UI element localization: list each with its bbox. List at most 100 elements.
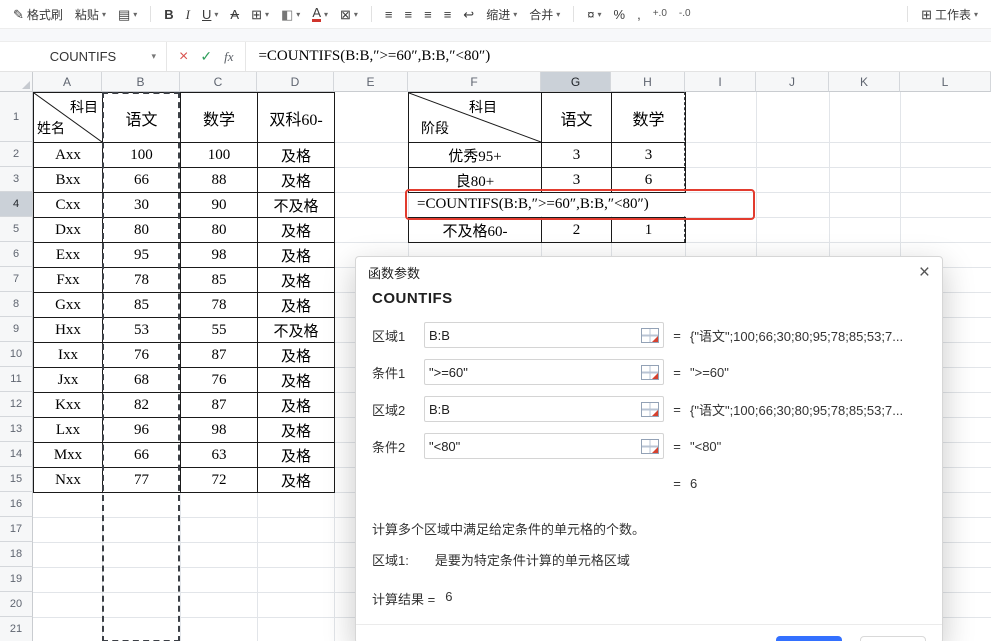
cell-C5[interactable]: 80 <box>180 217 258 243</box>
borders-button[interactable]: ⊞ ▾ <box>246 2 274 26</box>
column-header-L[interactable]: L <box>900 72 991 92</box>
cell-C8[interactable]: 78 <box>180 292 258 318</box>
range-picker-icon[interactable] <box>641 327 659 343</box>
cell-D13[interactable]: 及格 <box>257 417 335 443</box>
column-header-E[interactable]: E <box>334 72 408 92</box>
column-header-G[interactable]: G <box>541 72 611 92</box>
cell-B3[interactable]: 66 <box>102 167 181 193</box>
column-header-J[interactable]: J <box>756 72 829 92</box>
cell-C15[interactable]: 72 <box>180 467 258 493</box>
cell-C7[interactable]: 85 <box>180 267 258 293</box>
cell-H3[interactable]: 6 <box>611 167 686 193</box>
column-header-D[interactable]: D <box>257 72 334 92</box>
cell-D5[interactable]: 及格 <box>257 217 335 243</box>
format-painter-button[interactable]: ✎ 格式刷 <box>8 2 68 26</box>
align-right-button[interactable]: ≡ <box>419 2 437 26</box>
cell-A4[interactable]: Cxx <box>33 192 103 218</box>
cell-H2[interactable]: 3 <box>611 142 686 168</box>
cell-D11[interactable]: 及格 <box>257 367 335 393</box>
cell-C3[interactable]: 88 <box>180 167 258 193</box>
cell-D4[interactable]: 不及格 <box>257 192 335 218</box>
cell-D14[interactable]: 及格 <box>257 442 335 468</box>
cell-G5[interactable]: 2 <box>541 217 612 243</box>
row-header-6[interactable]: 6 <box>0 242 33 267</box>
cell-D3[interactable]: 及格 <box>257 167 335 193</box>
row-header-3[interactable]: 3 <box>0 167 33 192</box>
cell-D8[interactable]: 及格 <box>257 292 335 318</box>
cell-A1[interactable]: 科目 姓名 <box>33 92 103 143</box>
row-header-17[interactable]: 17 <box>0 517 33 542</box>
row-header-19[interactable]: 19 <box>0 567 33 592</box>
chevron-down-icon[interactable]: ▾ <box>151 51 156 62</box>
row-header-1[interactable]: 1 <box>0 92 33 142</box>
cell-A13[interactable]: Lxx <box>33 417 103 443</box>
decrease-decimal-button[interactable]: -.0 <box>674 2 696 26</box>
cell-C2[interactable]: 100 <box>180 142 258 168</box>
cell-B11[interactable]: 68 <box>102 367 181 393</box>
bold-button[interactable]: B <box>159 2 178 26</box>
row-header-5[interactable]: 5 <box>0 217 33 242</box>
align-justify-button[interactable]: ≡ <box>439 2 457 26</box>
align-center-button[interactable]: ≡ <box>400 2 418 26</box>
cell-F2[interactable]: 优秀95+ <box>408 142 542 168</box>
italic-button[interactable]: I <box>181 2 195 26</box>
align-left-button[interactable]: ≡ <box>380 2 398 26</box>
cancel-formula-icon[interactable]: × <box>179 48 188 66</box>
clipboard-button[interactable]: ▤ ▾ <box>113 2 142 26</box>
column-header-B[interactable]: B <box>102 72 180 92</box>
field-input[interactable] <box>429 438 641 454</box>
cell-B6[interactable]: 95 <box>102 242 181 268</box>
percent-style-button[interactable]: % <box>609 2 631 26</box>
field-input[interactable] <box>429 401 641 417</box>
cell-A5[interactable]: Dxx <box>33 217 103 243</box>
insert-function-icon[interactable]: fx <box>224 49 233 65</box>
cell-A3[interactable]: Bxx <box>33 167 103 193</box>
cell-C9[interactable]: 55 <box>180 317 258 343</box>
dialog-titlebar[interactable]: 函数参数 × <box>356 257 942 287</box>
cell-B12[interactable]: 82 <box>102 392 181 418</box>
field-input[interactable] <box>429 327 641 343</box>
cell-C13[interactable]: 98 <box>180 417 258 443</box>
cell-H5[interactable]: 1 <box>611 217 686 243</box>
cell-D1[interactable]: 双科60- <box>257 92 335 143</box>
cell-C12[interactable]: 87 <box>180 392 258 418</box>
formula-input[interactable]: =COUNTIFS(B:B,″>=60″,B:B,″<80″) <box>246 42 991 71</box>
fill-color-button[interactable]: ◧ ▾ <box>276 2 305 26</box>
wrap-text-button[interactable]: ↩ <box>458 2 479 26</box>
underline-button[interactable]: U ▾ <box>197 2 223 26</box>
cell-B14[interactable]: 66 <box>102 442 181 468</box>
column-header-F[interactable]: F <box>408 72 541 92</box>
cell-B4[interactable]: 30 <box>102 192 181 218</box>
confirm-formula-icon[interactable]: ✓ <box>200 48 212 65</box>
cell-A9[interactable]: Hxx <box>33 317 103 343</box>
row-header-2[interactable]: 2 <box>0 142 33 167</box>
cell-B2[interactable]: 100 <box>102 142 181 168</box>
cell-D12[interactable]: 及格 <box>257 392 335 418</box>
cell-B8[interactable]: 85 <box>102 292 181 318</box>
cell-G2[interactable]: 3 <box>541 142 612 168</box>
row-header-4[interactable]: 4 <box>0 192 33 217</box>
paste-button[interactable]: 粘贴 ▾ <box>70 2 111 26</box>
field-input[interactable] <box>429 364 641 380</box>
cell-C14[interactable]: 63 <box>180 442 258 468</box>
range-picker-icon[interactable] <box>641 364 659 380</box>
cell-F1[interactable]: 科目 阶段 <box>408 92 542 143</box>
cell-A12[interactable]: Kxx <box>33 392 103 418</box>
row-header-12[interactable]: 12 <box>0 392 33 417</box>
cell-C1[interactable]: 数学 <box>180 92 258 143</box>
column-header-H[interactable]: H <box>611 72 685 92</box>
close-icon[interactable]: × <box>919 263 930 282</box>
column-header-I[interactable]: I <box>685 72 756 92</box>
cell-D2[interactable]: 及格 <box>257 142 335 168</box>
cell-A2[interactable]: Axx <box>33 142 103 168</box>
row-header-13[interactable]: 13 <box>0 417 33 442</box>
cell-B13[interactable]: 96 <box>102 417 181 443</box>
name-box[interactable]: COUNTIFS ▾ <box>0 42 167 71</box>
row-header-7[interactable]: 7 <box>0 267 33 292</box>
merge-cells-button[interactable]: 合并 ▾ <box>524 2 565 26</box>
cell-H1[interactable]: 数学 <box>611 92 686 143</box>
cell-A8[interactable]: Gxx <box>33 292 103 318</box>
cell-B9[interactable]: 53 <box>102 317 181 343</box>
row-header-15[interactable]: 15 <box>0 467 33 492</box>
cell-D15[interactable]: 及格 <box>257 467 335 493</box>
